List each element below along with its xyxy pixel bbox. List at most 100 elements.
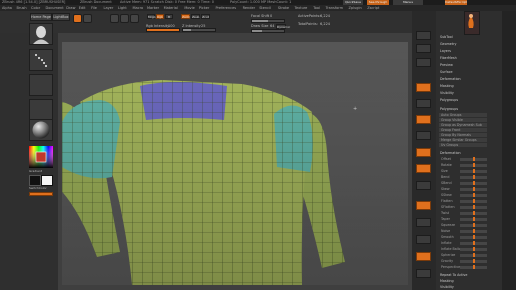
alternate-button[interactable] (29, 192, 53, 196)
lsym-button[interactable] (416, 181, 431, 190)
bpr-button[interactable] (416, 31, 431, 40)
palette-header-subtool[interactable]: SubTool (440, 35, 453, 39)
material-selector[interactable] (29, 119, 53, 141)
switch-color-label: SwitchColor (29, 186, 47, 190)
lightbox-button[interactable]: LightBox (52, 13, 70, 21)
deformation-slider[interactable] (460, 235, 487, 239)
deformation-item-label: Size (441, 169, 448, 173)
palette-header-fibermesh[interactable]: FiberMesh (440, 56, 457, 60)
focal-shift-slider[interactable] (251, 19, 285, 23)
deformation-slider[interactable] (460, 199, 487, 203)
palette-header-surface[interactable]: Surface (440, 70, 453, 74)
zsub-button[interactable]: Zsub (191, 14, 200, 19)
canvas[interactable]: + (62, 42, 408, 285)
mesh-model: + (62, 42, 408, 285)
draw-button[interactable] (83, 14, 92, 23)
deformation-item-label: Squeeze (441, 223, 456, 227)
focal-shift-value: 0 (270, 14, 273, 18)
deformation-item-label: SBend (441, 181, 452, 185)
polygroups-item-label: Group Front (441, 128, 461, 132)
brush-selector[interactable] (29, 23, 53, 45)
deformation-slider[interactable] (460, 175, 487, 179)
deformation-item-label: SSkew (441, 193, 452, 197)
polyf-button[interactable] (416, 252, 431, 261)
rotate-button[interactable] (130, 14, 139, 23)
deformation-slider[interactable] (460, 265, 487, 269)
frame-button[interactable] (416, 201, 431, 210)
deformation-item-label: Taper (441, 217, 450, 221)
spix-button[interactable] (416, 44, 431, 53)
palette-header-polygroups[interactable]: Polygroups (440, 98, 458, 102)
bust-icon (33, 26, 49, 44)
aahalf-button[interactable] (416, 115, 431, 124)
deformation-slider[interactable] (460, 253, 487, 257)
deformation-slider[interactable] (460, 205, 487, 209)
rgb-button[interactable]: Rgb (156, 14, 164, 19)
actual-button[interactable] (416, 99, 431, 108)
palette-header-layers[interactable]: Layers (440, 49, 451, 53)
scroll-button[interactable] (416, 58, 431, 67)
deformation-slider[interactable] (460, 193, 487, 197)
zcut-button[interactable]: Zcut (201, 14, 210, 19)
deformation-slider[interactable] (460, 223, 487, 227)
move-view-button[interactable] (416, 218, 431, 227)
move-button[interactable] (110, 14, 119, 23)
deformation-slider[interactable] (460, 217, 487, 221)
palette-header-geometry[interactable]: Geometry (440, 42, 456, 46)
deformation-title[interactable]: Deformation (440, 151, 461, 155)
polygroups-item-label: Group as Dynamesh Sub (441, 123, 482, 127)
deformation-item-label: Perspective (441, 265, 461, 269)
stroke-selector[interactable] (29, 49, 53, 71)
palette-footer-item[interactable]: Masking (440, 279, 454, 283)
deformation-item-label: Rotate (441, 163, 452, 167)
palette-header-preview[interactable]: Preview (440, 63, 453, 67)
palette-footer-item[interactable]: Visibility (440, 285, 454, 289)
polygroups-item-label: Uv Groups (441, 143, 459, 147)
deformation-slider[interactable] (460, 259, 487, 263)
mrgb-button[interactable]: Mrgb (147, 14, 156, 19)
draw-size-label: Draw Size (251, 24, 269, 28)
zoom-button[interactable] (416, 83, 431, 92)
alpha-selector[interactable] (29, 74, 53, 96)
secondary-color-swatch[interactable] (41, 175, 53, 186)
zadd-button[interactable]: Zadd (181, 14, 190, 19)
primary-color-swatch[interactable] (29, 175, 41, 186)
polygroups-item-label: Merge Similar Groups (441, 138, 477, 142)
deformation-item-label: Gravity (441, 259, 454, 263)
local-button[interactable] (416, 164, 431, 173)
palette-header-deformation[interactable]: Deformation (440, 77, 461, 81)
left-shelf: Gradient SwitchColor (0, 23, 58, 290)
deformation-slider[interactable] (460, 229, 487, 233)
edit-button[interactable] (73, 14, 82, 23)
persp-button[interactable] (416, 131, 431, 140)
deformation-slider[interactable] (460, 163, 487, 167)
deformation-slider[interactable] (460, 181, 487, 185)
deformation-slider[interactable] (460, 241, 487, 245)
tool-thumbnail[interactable] (464, 11, 480, 35)
m-button[interactable]: M (165, 14, 173, 19)
palette-header-masking[interactable]: Masking (440, 84, 454, 88)
floor-button[interactable] (416, 148, 431, 157)
deformation-slider[interactable] (460, 169, 487, 173)
palette-footer-item[interactable]: Repeat To Active (440, 273, 467, 277)
color-picker[interactable] (29, 146, 53, 168)
scale-view-button[interactable] (416, 235, 431, 244)
draw-size-value: 64 (270, 24, 275, 28)
home-page-button[interactable]: Home Page (30, 13, 52, 21)
palette-header-visibility[interactable]: Visibility (440, 91, 454, 95)
deformation-item-label: Bend (441, 175, 450, 179)
polygroups-title[interactable]: Polygroups (440, 107, 458, 111)
palette-scrollbar[interactable] (502, 11, 516, 290)
scale-button[interactable] (120, 14, 129, 23)
deformation-item-label: Twist (441, 211, 450, 215)
rgb-intensity-slider[interactable] (146, 28, 180, 32)
top-toolbar: Home Page LightBox Mrgb Rgb M Rgb Intens… (0, 11, 412, 34)
transp-button[interactable] (416, 269, 431, 278)
color-picker-swatch (29, 146, 53, 168)
deformation-slider[interactable] (460, 247, 487, 251)
deformation-slider[interactable] (460, 211, 487, 215)
deformation-slider[interactable] (460, 157, 487, 161)
deformation-slider[interactable] (460, 187, 487, 191)
z-intensity-slider[interactable] (182, 28, 216, 32)
texture-selector[interactable] (29, 99, 53, 121)
